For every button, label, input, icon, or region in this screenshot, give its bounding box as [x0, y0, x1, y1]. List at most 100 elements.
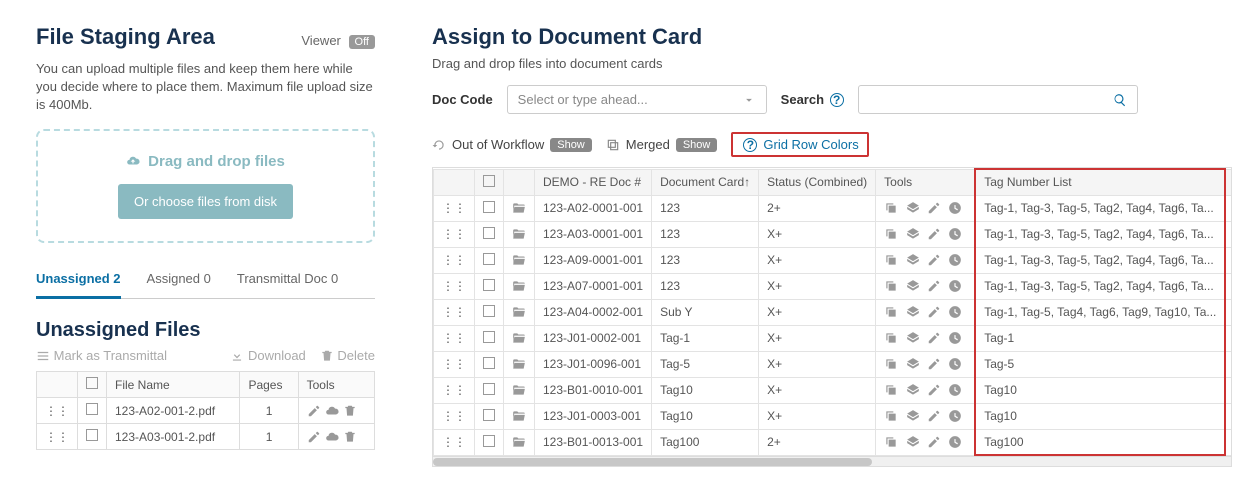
open-folder[interactable]: [504, 247, 535, 273]
layers-icon[interactable]: [906, 409, 920, 423]
col-code[interactable]: Code: [1225, 169, 1232, 195]
show-toggle-workflow[interactable]: Show: [550, 138, 592, 152]
layers-icon[interactable]: [906, 331, 920, 345]
copy-icon[interactable]: [884, 201, 898, 215]
copy-icon[interactable]: [884, 227, 898, 241]
col-filename[interactable]: File Name: [107, 372, 240, 398]
edit-icon[interactable]: [927, 253, 941, 267]
edit-icon[interactable]: [307, 403, 321, 418]
col-doccard[interactable]: Document Card↑: [652, 169, 759, 195]
open-folder[interactable]: [504, 429, 535, 455]
open-folder[interactable]: [504, 377, 535, 403]
row-checkbox[interactable]: [483, 383, 495, 395]
clock-icon[interactable]: [948, 331, 962, 345]
clock-icon[interactable]: [948, 357, 962, 371]
cell-doccard[interactable]: Tag10: [652, 377, 759, 403]
edit-icon[interactable]: [927, 279, 941, 293]
row-checkbox[interactable]: [86, 403, 98, 415]
open-folder[interactable]: [504, 221, 535, 247]
drag-handle[interactable]: ⋮⋮: [434, 273, 475, 299]
clock-icon[interactable]: [948, 435, 962, 449]
copy-icon[interactable]: [884, 305, 898, 319]
col-pages[interactable]: Pages: [240, 372, 298, 398]
cell-doccard[interactable]: 123: [652, 221, 759, 247]
choose-files-button[interactable]: Or choose files from disk: [118, 184, 293, 219]
col-status[interactable]: Status (Combined): [759, 169, 876, 195]
cell-doccard[interactable]: Tag-5: [652, 351, 759, 377]
row-checkbox[interactable]: [483, 279, 495, 291]
cloud-icon[interactable]: [325, 403, 339, 418]
clock-icon[interactable]: [948, 253, 962, 267]
clock-icon[interactable]: [948, 383, 962, 397]
edit-icon[interactable]: [307, 429, 321, 444]
drag-handle[interactable]: ⋮⋮: [434, 403, 475, 429]
dropzone[interactable]: Drag and drop files Or choose files from…: [36, 129, 375, 243]
layers-icon[interactable]: [906, 305, 920, 319]
drag-handle[interactable]: ⋮⋮: [434, 195, 475, 221]
col-taglist[interactable]: Tag Number List: [975, 169, 1225, 195]
edit-icon[interactable]: [927, 435, 941, 449]
layers-icon[interactable]: [906, 253, 920, 267]
row-checkbox[interactable]: [483, 331, 495, 343]
row-checkbox[interactable]: [483, 253, 495, 265]
row-checkbox[interactable]: [483, 305, 495, 317]
layers-icon[interactable]: [906, 435, 920, 449]
clock-icon[interactable]: [948, 305, 962, 319]
layers-icon[interactable]: [906, 279, 920, 293]
cell-doccard[interactable]: 123: [652, 247, 759, 273]
drag-handle[interactable]: ⋮⋮: [434, 325, 475, 351]
clock-icon[interactable]: [948, 227, 962, 241]
search-icon[interactable]: [1113, 93, 1127, 107]
edit-icon[interactable]: [927, 357, 941, 371]
drag-handle[interactable]: ⋮⋮: [434, 377, 475, 403]
show-toggle-merged[interactable]: Show: [676, 138, 718, 152]
out-of-workflow-filter[interactable]: Out of Workflow Show: [432, 137, 592, 152]
copy-icon[interactable]: [884, 409, 898, 423]
row-checkbox[interactable]: [483, 357, 495, 369]
drag-handle[interactable]: ⋮⋮: [434, 351, 475, 377]
trash-icon[interactable]: [343, 403, 357, 418]
row-checkbox[interactable]: [483, 227, 495, 239]
edit-icon[interactable]: [927, 305, 941, 319]
layers-icon[interactable]: [906, 227, 920, 241]
drag-handle[interactable]: ⋮⋮: [37, 398, 78, 424]
copy-icon[interactable]: [884, 279, 898, 293]
open-folder[interactable]: [504, 325, 535, 351]
grid-select-all[interactable]: [483, 175, 495, 187]
edit-icon[interactable]: [927, 383, 941, 397]
viewer-toggle[interactable]: Off: [349, 35, 375, 49]
row-checkbox[interactable]: [483, 201, 495, 213]
grid-row-colors-button[interactable]: ? Grid Row Colors: [731, 132, 868, 157]
copy-icon[interactable]: [884, 357, 898, 371]
drag-handle[interactable]: ⋮⋮: [434, 429, 475, 455]
delete-action[interactable]: Delete: [320, 348, 375, 364]
open-folder[interactable]: [504, 351, 535, 377]
edit-icon[interactable]: [927, 409, 941, 423]
tab-transmittal[interactable]: Transmittal Doc 0: [237, 265, 338, 298]
open-folder[interactable]: [504, 195, 535, 221]
cell-doccard[interactable]: Tag100: [652, 429, 759, 455]
row-checkbox[interactable]: [86, 429, 98, 441]
clock-icon[interactable]: [948, 409, 962, 423]
copy-icon[interactable]: [884, 253, 898, 267]
copy-icon[interactable]: [884, 383, 898, 397]
search-input[interactable]: [869, 92, 1113, 107]
edit-icon[interactable]: [927, 331, 941, 345]
layers-icon[interactable]: [906, 201, 920, 215]
cell-doccard[interactable]: Sub Y: [652, 299, 759, 325]
help-icon[interactable]: ?: [830, 93, 844, 107]
row-checkbox[interactable]: [483, 409, 495, 421]
select-all-checkbox[interactable]: [86, 377, 98, 389]
drag-handle[interactable]: ⋮⋮: [434, 247, 475, 273]
drag-handle[interactable]: ⋮⋮: [37, 424, 78, 450]
edit-icon[interactable]: [927, 227, 941, 241]
trash-icon[interactable]: [343, 429, 357, 444]
drag-handle[interactable]: ⋮⋮: [434, 221, 475, 247]
download-action[interactable]: Download: [230, 348, 305, 364]
cloud-icon[interactable]: [325, 429, 339, 444]
drag-handle[interactable]: ⋮⋮: [434, 299, 475, 325]
cell-doccard[interactable]: 123: [652, 195, 759, 221]
copy-icon[interactable]: [884, 435, 898, 449]
copy-icon[interactable]: [884, 331, 898, 345]
layers-icon[interactable]: [906, 357, 920, 371]
